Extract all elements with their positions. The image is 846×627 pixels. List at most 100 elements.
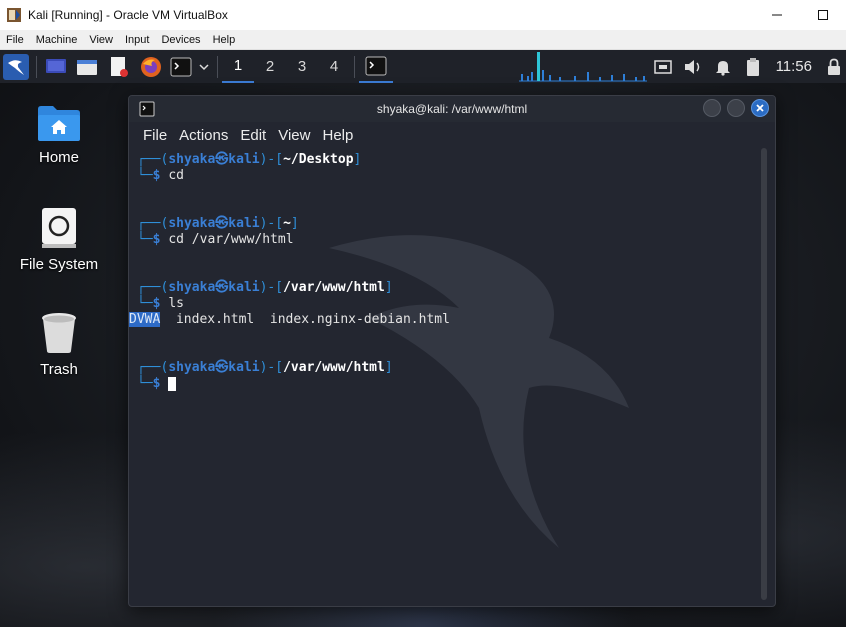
close-icon [756,104,764,112]
terminal-menu-edit[interactable]: Edit [234,127,272,144]
host-titlebar: Kali [Running] - Oracle VM VirtualBox [0,0,846,30]
command-line: └─$ cd /var/www/html [137,232,294,247]
prompt-path: /var/www/html [283,280,385,295]
terminal-launcher-button[interactable] [167,50,195,83]
command-line[interactable]: └─$ [137,376,775,392]
host-window-title: Kali [Running] - Oracle VM VirtualBox [28,8,228,22]
prompt-at: ㉿ [215,152,229,167]
vbox-menu-help[interactable]: Help [207,30,242,50]
volume-button[interactable] [678,50,708,83]
ls-output-line: DVWA index.html index.nginx-debian.html [129,312,775,328]
command-line: └─$ ls [137,296,184,311]
terminal-close-button[interactable] [751,99,769,117]
prompt-user: shyaka [168,216,216,231]
workspace-2[interactable]: 2 [254,50,286,83]
desktop-icon-label: Trash [40,361,78,378]
prompt-user: shyaka [168,280,216,295]
prompt-at: ㉿ [215,216,229,231]
firefox-icon [141,56,161,77]
vbox-menu-file[interactable]: File [0,30,30,50]
terminal-titlebar[interactable]: shyaka@kali: /var/www/html [129,96,775,122]
terminal-dropdown-button[interactable] [195,50,213,83]
text-editor-icon [111,56,128,77]
terminal-menu-actions[interactable]: Actions [173,127,234,144]
vbox-menu-machine[interactable]: Machine [30,30,84,50]
firefox-button[interactable] [135,50,167,83]
text-editor-button[interactable] [103,50,135,83]
terminal-menu-view[interactable]: View [272,127,316,144]
panel-separator [36,55,37,78]
clipboard-icon [746,57,759,76]
file-manager-icon [77,59,97,75]
network-button[interactable] [648,50,678,83]
prompt-host: kali [228,152,260,167]
ls-file[interactable]: index.nginx-debian.html [270,312,450,327]
virtualbox-app-icon [6,7,22,23]
prompt-user: shyaka [168,152,216,167]
kali-top-panel: 1 2 3 4 11:56 [0,50,846,83]
lock-icon [828,58,840,75]
command-text: cd [168,168,184,183]
terminal-title: shyaka@kali: /var/www/html [376,102,528,116]
lock-screen-button[interactable] [822,50,846,83]
prompt-at: ㉿ [215,280,229,295]
terminal-maximize-button[interactable] [727,99,745,117]
terminal-icon [365,56,387,75]
folder-home-icon [38,106,80,141]
prompt-path: ~/Desktop [283,152,354,167]
vbox-menu-view[interactable]: View [83,30,119,50]
workspace-1[interactable]: 1 [222,50,254,83]
command-line: └─$ cd [137,168,184,183]
prompt-path: /var/www/html [283,360,385,375]
trash-icon [42,313,76,353]
prompt-line: ┌──(shyaka㉿kali)-[/var/www/html] [137,280,393,295]
workspace-3[interactable]: 3 [286,50,318,83]
clipboard-button[interactable] [738,50,768,83]
vbox-menu-input[interactable]: Input [119,30,155,50]
prompt-user: shyaka [168,360,216,375]
command-text: ls [168,296,184,311]
terminal-scrollbar[interactable] [761,148,767,600]
show-desktop-button[interactable] [41,50,71,83]
ls-dir-dvwa[interactable]: DVWA [129,312,161,327]
network-icon [653,59,672,74]
workspace-4[interactable]: 4 [318,50,350,83]
desktop-icon [46,58,66,73]
vbox-menu-devices[interactable]: Devices [155,30,206,50]
maximize-button[interactable] [800,0,846,30]
terminal-window[interactable]: shyaka@kali: /var/www/html File Actions … [128,95,776,607]
terminal-menu-help[interactable]: Help [316,127,359,144]
volume-icon [684,59,699,74]
prompt-line: ┌──(shyaka㉿kali)-[~/Desktop] [137,152,362,167]
desktop-icon-label: Home [38,149,79,166]
minimize-button[interactable] [754,0,800,30]
terminal-output[interactable]: ┌──(shyaka㉿kali)-[~/Desktop] └─$ cd ┌──(… [129,148,775,606]
desktop-icon-file-system[interactable]: File System [4,206,114,273]
drive-icon [42,208,76,248]
taskbar-terminal-window[interactable] [359,50,393,83]
prompt-line: ┌──(shyaka㉿kali)-[~] [137,216,299,231]
desktop-icon-home[interactable]: Home [4,103,114,166]
panel-separator [217,55,218,78]
prompt-at: ㉿ [215,360,229,375]
kali-menu-button[interactable] [0,50,32,83]
desktop-icon-trash[interactable]: Trash [4,311,114,378]
cpu-graph-widget[interactable] [518,50,648,83]
kali-dragon-watermark [329,235,629,548]
terminal-menu-file[interactable]: File [137,127,173,144]
text-cursor [168,376,177,391]
panel-clock[interactable]: 11:56 [776,58,812,75]
notifications-button[interactable] [708,50,738,83]
terminal-icon [170,57,192,76]
panel-separator [354,55,355,78]
bell-icon [715,60,730,76]
terminal-minimize-button[interactable] [703,99,721,117]
terminal-menubar: File Actions Edit View Help [129,122,775,148]
chevron-down-icon [199,63,209,70]
prompt-line: ┌──(shyaka㉿kali)-[/var/www/html] [137,360,393,375]
file-manager-button[interactable] [71,50,103,83]
prompt-path: ~ [283,216,291,231]
vbox-menubar: File Machine View Input Devices Help [0,30,846,50]
ls-file[interactable]: index.html [176,312,254,327]
prompt-host: kali [228,216,260,231]
